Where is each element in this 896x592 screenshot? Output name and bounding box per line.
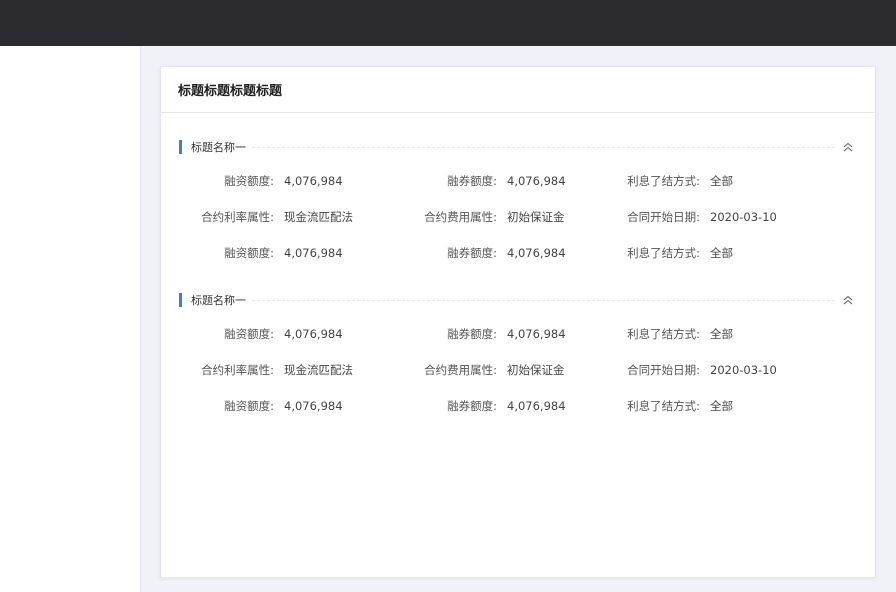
field-label: 利息了结方式: — [627, 399, 700, 413]
field-label: 利息了结方式: — [627, 327, 700, 341]
field-label: 合约利率属性: — [201, 363, 274, 377]
field-label: 融券额度: — [447, 399, 497, 413]
field-value: 4,076,984 — [284, 174, 343, 188]
top-navigation-bar — [0, 0, 896, 46]
field-label: 融资额度: — [224, 327, 274, 341]
section-1: 标题名称一 融资额度: 4,076,984 融券额度: 4,076,984 利息… — [179, 137, 855, 271]
field-value: 2020-03-10 — [710, 210, 777, 224]
chevron-double-up-icon — [843, 142, 853, 152]
field-securities-lending-amount: 融券额度: 4,076,984 — [422, 173, 622, 189]
field-financing-amount: 融资额度: 4,076,984 — [179, 245, 422, 261]
collapse-button[interactable] — [841, 293, 855, 307]
field-financing-amount: 融资额度: 4,076,984 — [179, 398, 422, 414]
main-content: 标题标题标题标题 标题名称一 融资额度: 4,076,984 融券额度: 4,0… — [142, 46, 896, 592]
field-securities-lending-amount: 融券额度: 4,076,984 — [422, 326, 622, 342]
field-label: 融资额度: — [224, 399, 274, 413]
field-label: 合约利率属性: — [201, 210, 274, 224]
field-interest-settlement: 利息了结方式: 全部 — [622, 173, 733, 189]
field-row: 融资额度: 4,076,984 融券额度: 4,076,984 利息了结方式: … — [179, 388, 855, 424]
field-financing-amount: 融资额度: 4,076,984 — [179, 326, 422, 342]
collapse-button[interactable] — [841, 140, 855, 154]
field-label: 融券额度: — [447, 174, 497, 188]
field-value: 全部 — [710, 399, 733, 413]
field-value: 4,076,984 — [284, 246, 343, 260]
field-value: 4,076,984 — [284, 327, 343, 341]
card-header: 标题标题标题标题 — [161, 67, 875, 113]
field-row: 融资额度: 4,076,984 融券额度: 4,076,984 利息了结方式: … — [179, 235, 855, 271]
field-value: 初始保证金 — [507, 363, 565, 377]
field-value: 4,076,984 — [507, 174, 566, 188]
field-value: 全部 — [710, 174, 733, 188]
field-interest-settlement: 利息了结方式: 全部 — [622, 398, 733, 414]
field-interest-settlement: 利息了结方式: 全部 — [622, 245, 733, 261]
field-contract-rate-attr: 合约利率属性: 现金流匹配法 — [179, 362, 422, 378]
field-financing-amount: 融资额度: 4,076,984 — [179, 173, 422, 189]
sidebar — [0, 46, 141, 592]
section-divider — [252, 299, 835, 301]
section-title: 标题名称一 — [191, 294, 246, 307]
field-securities-lending-amount: 融券额度: 4,076,984 — [422, 398, 622, 414]
field-value: 现金流匹配法 — [284, 210, 353, 224]
field-label: 利息了结方式: — [627, 246, 700, 260]
field-contract-start-date: 合同开始日期: 2020-03-10 — [622, 362, 777, 378]
field-value: 现金流匹配法 — [284, 363, 353, 377]
field-contract-start-date: 合同开始日期: 2020-03-10 — [622, 209, 777, 225]
field-row: 融资额度: 4,076,984 融券额度: 4,076,984 利息了结方式: … — [179, 316, 855, 352]
field-value: 全部 — [710, 246, 733, 260]
field-value: 2020-03-10 — [710, 363, 777, 377]
section-header: 标题名称一 — [179, 290, 855, 310]
field-label: 融资额度: — [224, 174, 274, 188]
section-title: 标题名称一 — [191, 141, 246, 154]
field-value: 全部 — [710, 327, 733, 341]
field-row: 融资额度: 4,076,984 融券额度: 4,076,984 利息了结方式: … — [179, 163, 855, 199]
field-label: 利息了结方式: — [627, 174, 700, 188]
section-divider — [252, 146, 835, 148]
field-row: 合约利率属性: 现金流匹配法 合约费用属性: 初始保证金 合同开始日期: 202… — [179, 352, 855, 388]
field-value: 初始保证金 — [507, 210, 565, 224]
field-label: 合同开始日期: — [627, 210, 700, 224]
field-value: 4,076,984 — [284, 399, 343, 413]
field-label: 合同开始日期: — [627, 363, 700, 377]
field-securities-lending-amount: 融券额度: 4,076,984 — [422, 245, 622, 261]
card-title: 标题标题标题标题 — [178, 84, 283, 99]
field-label: 融资额度: — [224, 246, 274, 260]
chevron-double-up-icon — [843, 295, 853, 305]
field-contract-fee-attr: 合约费用属性: 初始保证金 — [422, 362, 622, 378]
field-label: 合约费用属性: — [424, 210, 497, 224]
section-accent-bar — [179, 140, 182, 154]
field-value: 4,076,984 — [507, 399, 566, 413]
field-label: 融券额度: — [447, 246, 497, 260]
section-header: 标题名称一 — [179, 137, 855, 157]
section-accent-bar — [179, 293, 182, 307]
section-2: 标题名称一 融资额度: 4,076,984 融券额度: 4,076,984 利息… — [179, 290, 855, 424]
field-row: 合约利率属性: 现金流匹配法 合约费用属性: 初始保证金 合同开始日期: 202… — [179, 199, 855, 235]
field-contract-fee-attr: 合约费用属性: 初始保证金 — [422, 209, 622, 225]
field-value: 4,076,984 — [507, 246, 566, 260]
field-value: 4,076,984 — [507, 327, 566, 341]
detail-card: 标题标题标题标题 标题名称一 融资额度: 4,076,984 融券额度: 4,0… — [160, 66, 876, 578]
field-label: 融券额度: — [447, 327, 497, 341]
field-label: 合约费用属性: — [424, 363, 497, 377]
field-interest-settlement: 利息了结方式: 全部 — [622, 326, 733, 342]
field-contract-rate-attr: 合约利率属性: 现金流匹配法 — [179, 209, 422, 225]
